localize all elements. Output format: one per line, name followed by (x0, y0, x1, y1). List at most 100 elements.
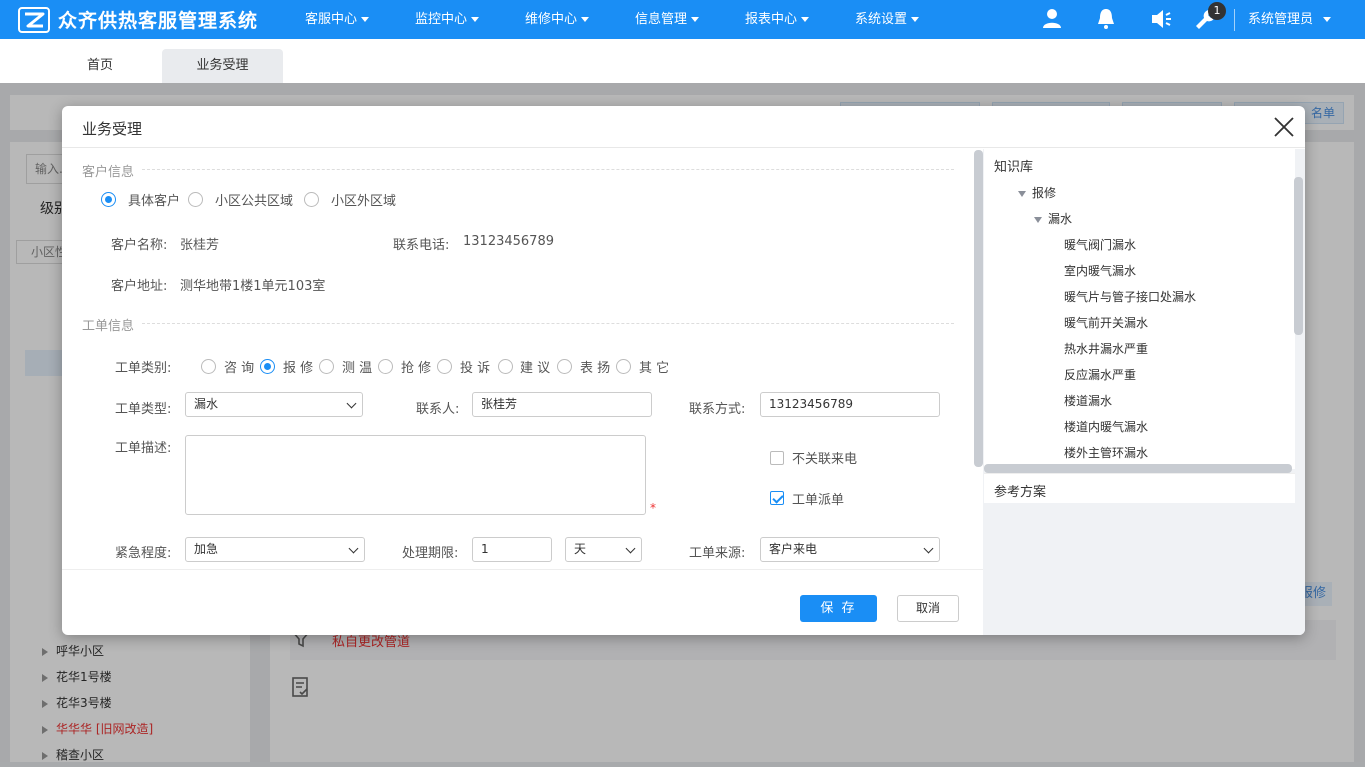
legend-divider (142, 323, 954, 324)
knowledge-title: 知识库 (994, 160, 1034, 175)
contact-method-input[interactable]: 13123456789 (760, 392, 940, 417)
tree-node-repair[interactable]: 报修 (1018, 184, 1056, 201)
customer-phone-label: 联系电话: (393, 238, 450, 253)
dispatch-checkbox[interactable] (770, 491, 784, 505)
caret-down-icon (1323, 17, 1332, 22)
radio-category-praise[interactable] (557, 359, 572, 374)
modal-footer: 保 存 取消 (62, 569, 983, 635)
urgency-select[interactable]: 加急 (185, 537, 365, 562)
nav-repair-center[interactable]: 维修中心 (502, 0, 612, 39)
radio-label: 咨 询 (224, 361, 255, 376)
caret-down-icon (471, 17, 479, 22)
user-menu[interactable]: 系统管理员 (1248, 0, 1332, 39)
radio-outside-area[interactable] (304, 192, 319, 207)
contact-input[interactable]: 张桂芳 (472, 392, 652, 417)
customer-name-value: 张桂芳 (180, 238, 220, 253)
knowledge-base: 知识库 报修 漏水 暖气阀门漏水 室内暖气漏水 暖气片与管子接口处漏水 暖气前开… (984, 149, 1295, 469)
tab-business[interactable]: 业务受理 (162, 49, 283, 83)
order-type-select[interactable]: 漏水 (185, 392, 363, 417)
source-select[interactable]: 客户来电 (760, 537, 940, 562)
radio-category-other[interactable] (616, 359, 631, 374)
deadline-input[interactable]: 1 (472, 537, 552, 562)
tab-home[interactable]: 首页 (42, 49, 158, 83)
app-logo[interactable]: 众齐供热客服管理系统 (18, 6, 258, 33)
radio-label: 小区外区域 (331, 194, 397, 209)
main-nav: 客服中心 监控中心 维修中心 信息管理 报表中心 系统设置 (282, 0, 942, 39)
tree-leaf[interactable]: 暖气前开关漏水 (1064, 314, 1148, 331)
reference-section: 参考方案 (984, 473, 1295, 503)
source-label: 工单来源: (689, 546, 746, 561)
bell-icon[interactable] (1094, 6, 1118, 32)
radio-label: 报 修 (283, 361, 314, 376)
save-button[interactable]: 保 存 (800, 595, 877, 622)
no-link-call-checkbox[interactable] (770, 451, 784, 465)
caret-down-icon (581, 17, 589, 22)
radio-category-consult[interactable] (201, 359, 216, 374)
topbar-divider (1234, 9, 1235, 31)
tree-leaf[interactable]: 楼道内暖气漏水 (1064, 418, 1148, 435)
radio-category-repair[interactable] (260, 359, 275, 374)
tree-node-leak[interactable]: 漏水 (1034, 210, 1072, 227)
nav-service-center[interactable]: 客服中心 (282, 0, 392, 39)
user-icon[interactable] (1040, 6, 1064, 32)
caret-down-icon (801, 17, 809, 22)
customer-name-label: 客户名称: (111, 238, 168, 253)
radio-label: 测 温 (342, 361, 373, 376)
form-scrollbar[interactable] (974, 150, 983, 467)
speaker-icon[interactable] (1149, 6, 1173, 32)
knowledge-panel: 知识库 报修 漏水 暖气阀门漏水 室内暖气漏水 暖气片与管子接口处漏水 暖气前开… (983, 149, 1305, 635)
customer-address-value: 测华地带1楼1单元103室 (180, 279, 326, 294)
radio-category-complaint[interactable] (437, 359, 452, 374)
radio-category-emergency[interactable] (378, 359, 393, 374)
customer-address-label: 客户地址: (111, 279, 168, 294)
tree-leaf[interactable]: 暖气阀门漏水 (1064, 236, 1136, 253)
tree-leaf[interactable]: 楼道漏水 (1064, 392, 1112, 409)
caret-down-icon (361, 17, 369, 22)
triangle-down-icon (1018, 190, 1026, 197)
radio-public-area[interactable] (188, 192, 203, 207)
legend-divider (142, 169, 954, 170)
caret-down-icon (911, 17, 919, 22)
order-legend: 工单信息 (82, 319, 135, 334)
customer-phone-value: 13123456789 (463, 234, 554, 249)
nav-info-management[interactable]: 信息管理 (612, 0, 722, 39)
order-desc-textarea[interactable] (185, 435, 646, 515)
contact-method-label: 联系方式: (689, 402, 746, 417)
required-mark: * (650, 501, 656, 515)
tree-leaf[interactable]: 反应漏水严重 (1064, 366, 1136, 383)
close-icon[interactable] (1272, 115, 1296, 139)
tree-leaf[interactable]: 室内暖气漏水 (1064, 262, 1136, 279)
triangle-down-icon (1034, 216, 1042, 223)
no-link-call-label: 不关联来电 (792, 452, 858, 467)
radio-label: 其 它 (639, 361, 670, 376)
contact-label: 联系人: (416, 402, 460, 417)
app-title: 众齐供热客服管理系统 (58, 10, 259, 32)
notification-badge: 1 (1208, 2, 1226, 20)
order-category-label: 工单类别: (115, 361, 172, 376)
tree-leaf[interactable]: 暖气片与管子接口处漏水 (1064, 288, 1196, 305)
radio-label: 投 诉 (460, 361, 491, 376)
cancel-button[interactable]: 取消 (897, 595, 959, 622)
radio-label: 具体客户 (128, 194, 181, 209)
nav-report-center[interactable]: 报表中心 (722, 0, 832, 39)
deadline-label: 处理期限: (402, 546, 459, 561)
modal-form: 客户信息 具体客户 小区公共区域 小区外区域 客户名称: 张桂芳 联系电话: 1… (62, 149, 972, 569)
nav-system-settings[interactable]: 系统设置 (832, 0, 942, 39)
reference-title: 参考方案 (994, 485, 1047, 500)
knowledge-hscrollbar[interactable] (984, 464, 1292, 473)
radio-category-suggestion[interactable] (498, 359, 513, 374)
knowledge-vscrollbar[interactable] (1294, 177, 1303, 335)
order-desc-label: 工单描述: (115, 441, 172, 456)
tree-leaf[interactable]: 热水井漏水严重 (1064, 340, 1148, 357)
modal-header: 业务受理 (62, 106, 1305, 148)
radio-label: 抢 修 (401, 361, 432, 376)
deadline-unit-select[interactable]: 天 (565, 537, 642, 562)
nav-monitor-center[interactable]: 监控中心 (392, 0, 502, 39)
radio-label: 表 扬 (580, 361, 611, 376)
customer-legend: 客户信息 (82, 165, 135, 180)
business-modal: 业务受理 客户信息 具体客户 小区公共区域 小区外区域 客户名称: 张桂芳 联系… (62, 106, 1305, 635)
caret-down-icon (691, 17, 699, 22)
radio-category-temperature[interactable] (319, 359, 334, 374)
tree-leaf[interactable]: 楼外主管环漏水 (1064, 444, 1148, 461)
radio-specific-customer[interactable] (101, 192, 116, 207)
